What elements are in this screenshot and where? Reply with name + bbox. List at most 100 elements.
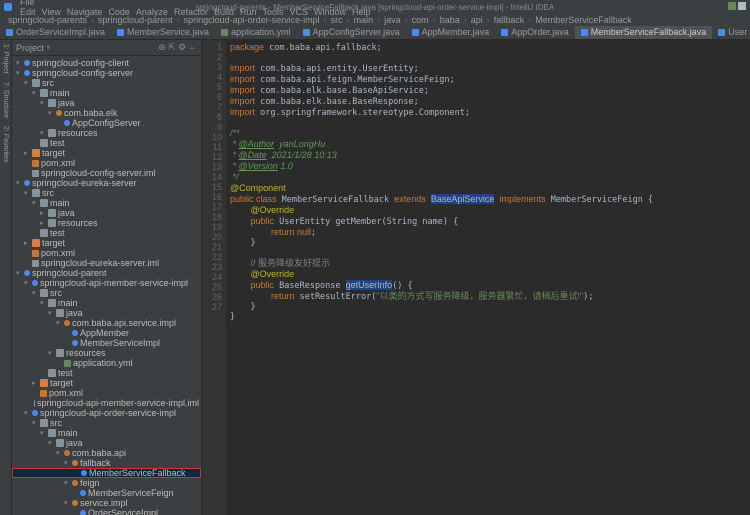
breadcrumb-segment[interactable]: java [384,15,401,25]
tree-item[interactable]: springcloud-api-member-service-impl.iml [12,398,201,408]
tool-tab[interactable]: 1: Project [2,44,9,74]
breadcrumb-segment[interactable]: src [331,15,343,25]
tool-tab[interactable]: 7: Structure [2,82,9,118]
tree-item[interactable]: test [12,138,201,148]
tree-item[interactable]: MemberServiceFeign [12,488,201,498]
tree-arrow-icon[interactable]: ▾ [16,59,24,67]
tree-item[interactable]: test [12,368,201,378]
tree-item[interactable]: ▸target [12,148,201,158]
tree-item[interactable]: ▸target [12,238,201,248]
tree-item[interactable]: ▾service.impl [12,498,201,508]
tree-arrow-icon[interactable]: ▾ [40,429,48,437]
tree-item[interactable]: ▾resources [12,348,201,358]
tree-arrow-icon[interactable]: ▾ [24,189,32,197]
tab-AppMember.java[interactable]: AppMember.java [406,26,496,39]
tree-arrow-icon[interactable]: ▾ [32,199,40,207]
breadcrumb-segment[interactable]: com [412,15,429,25]
tree-item[interactable]: ▾java [12,98,201,108]
tree-item[interactable]: springcloud-eureka-server.iml [12,258,201,268]
tree-arrow-icon[interactable]: ▾ [40,99,48,107]
tree-arrow-icon[interactable]: ▾ [48,109,56,117]
tree-item[interactable]: ▾java [12,308,201,318]
tree-arrow-icon[interactable]: ▾ [32,89,40,97]
tree-item[interactable]: ▾fallback [12,458,201,468]
tree-item[interactable]: ▾src [12,78,201,88]
tree-item[interactable]: ▾springcloud-parent [12,268,201,278]
breadcrumb-segment[interactable]: springcloud-api-order-service-impl [184,15,320,25]
breadcrumb-segment[interactable]: main [354,15,374,25]
tab-application.yml[interactable]: application.yml [215,26,297,39]
tree-item[interactable]: springcloud-config-server.iml [12,168,201,178]
tree-item[interactable]: ▾src [12,188,201,198]
tab-AppOrder.java[interactable]: AppOrder.java [495,26,575,39]
breadcrumb-segment[interactable]: MemberServiceFallback [535,15,632,25]
hide-icon[interactable]: − [187,43,197,53]
tree-item[interactable]: ▾springcloud-api-member-service-impl [12,278,201,288]
settings-icon[interactable]: ⚙ [177,43,187,53]
tree-item[interactable]: ▾com.baba.elk [12,108,201,118]
breadcrumb-segment[interactable]: baba [440,15,460,25]
tree-arrow-icon[interactable]: ▸ [40,219,48,227]
tab-MemberService.java[interactable]: MemberService.java [111,26,215,39]
tree-item[interactable]: MemberServiceImpl [12,338,201,348]
tree-item[interactable]: pom.xml [12,158,201,168]
breadcrumb-segment[interactable]: fallback [494,15,525,25]
tree-item[interactable]: AppConfigServer [12,118,201,128]
tree-item[interactable]: ▾resources [12,128,201,138]
tree-item[interactable]: OrderServiceImpl [12,508,201,515]
tree-item[interactable]: ▾main [12,88,201,98]
tree-arrow-icon[interactable]: ▾ [40,129,48,137]
tool-tab[interactable]: 2: Favorites [2,126,9,163]
tab-MemberServiceFallback.java[interactable]: MemberServiceFallback.java [575,26,713,39]
tree-arrow-icon[interactable]: ▾ [64,459,72,467]
locate-icon[interactable]: ⊕ [157,43,167,53]
tree-item[interactable]: pom.xml [12,248,201,258]
tree-arrow-icon[interactable]: ▾ [16,179,24,187]
tree-item[interactable]: ▾main [12,198,201,208]
tree-arrow-icon[interactable]: ▸ [24,239,32,247]
tree-arrow-icon[interactable]: ▾ [32,419,40,427]
tree-item[interactable]: application.yml [12,358,201,368]
tree-arrow-icon[interactable]: ▾ [16,69,24,77]
breadcrumb-segment[interactable]: springcloud-parents [8,15,87,25]
tree-item[interactable]: ▸target [12,378,201,388]
user-icon[interactable] [728,2,736,10]
tree-item[interactable]: ▾springcloud-api-order-service-impl [12,408,201,418]
code-editor[interactable]: 1234567891011121314151617181920212223242… [202,40,750,515]
tree-item[interactable]: ▾com.baba.api [12,448,201,458]
tree-arrow-icon[interactable]: ▾ [48,309,56,317]
tree-item[interactable]: MemberServiceFallback [12,468,201,478]
project-tree[interactable]: ▾springcloud-config-client▾springcloud-c… [12,56,201,515]
minimize-icon[interactable] [738,2,746,10]
tree-arrow-icon[interactable]: ▸ [24,149,32,157]
tree-arrow-icon[interactable]: ▾ [56,319,64,327]
tree-arrow-icon[interactable]: ▾ [48,349,56,357]
tree-arrow-icon[interactable]: ▾ [48,439,56,447]
tree-item[interactable]: pom.xml [12,388,201,398]
tree-arrow-icon[interactable]: ▾ [56,449,64,457]
tree-item[interactable]: ▾com.baba.api.service.impl [12,318,201,328]
tree-item[interactable]: ▾main [12,428,201,438]
tab-AppConfigServer.java[interactable]: AppConfigServer.java [297,26,406,39]
tree-item[interactable]: ▾src [12,418,201,428]
tab-User[interactable]: User [712,26,750,39]
tree-arrow-icon[interactable]: ▾ [64,499,72,507]
tree-item[interactable]: ▾main [12,298,201,308]
breadcrumb-segment[interactable]: api [471,15,483,25]
code-area[interactable]: package com.baba.api.fallback; import co… [226,40,750,515]
tree-arrow-icon[interactable]: ▸ [32,379,40,387]
tree-arrow-icon[interactable]: ▾ [24,279,32,287]
tree-arrow-icon[interactable]: ▾ [16,269,24,277]
tree-arrow-icon[interactable]: ▸ [40,209,48,217]
tree-arrow-icon[interactable]: ▾ [64,479,72,487]
tree-item[interactable]: ▾src [12,288,201,298]
breadcrumb-segment[interactable]: springcloud-parent [98,15,173,25]
tree-item[interactable]: ▾springcloud-config-server [12,68,201,78]
tree-item[interactable]: ▾springcloud-eureka-server [12,178,201,188]
tree-item[interactable]: ▾feign [12,478,201,488]
tree-item[interactable]: ▾springcloud-config-client [12,58,201,68]
collapse-icon[interactable]: ⇱ [167,43,177,53]
tree-item[interactable]: ▾java [12,438,201,448]
tree-arrow-icon[interactable]: ▾ [40,299,48,307]
tree-arrow-icon[interactable]: ▾ [32,289,40,297]
